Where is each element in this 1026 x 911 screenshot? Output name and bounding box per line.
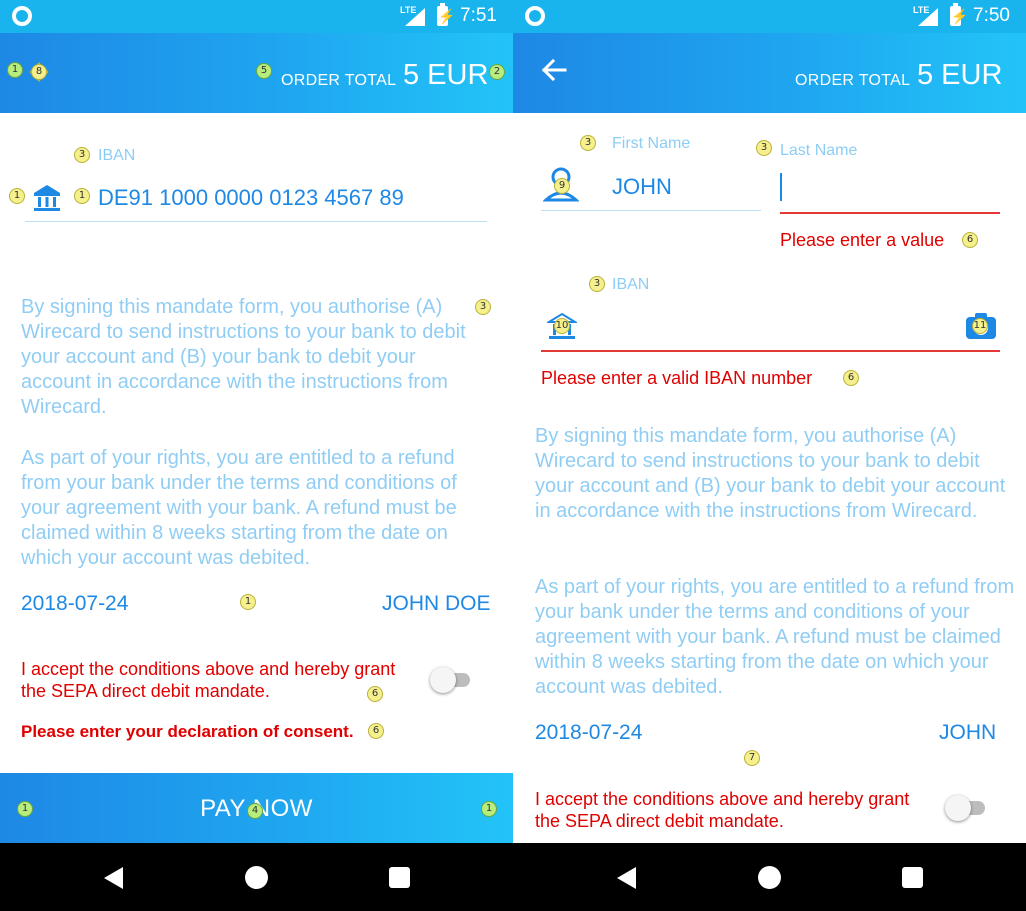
iban-input[interactable]: [585, 310, 955, 346]
consent-text: I accept the conditions above and hereby…: [21, 659, 396, 701]
consent-text: I accept the conditions above and hereby…: [535, 789, 910, 831]
annotation-badge: 3: [74, 147, 90, 163]
mandate-paragraph-1: By signing this mandate form, you author…: [535, 425, 1006, 522]
app-bar: ORDER TOTAL 5 EUR: [513, 33, 1026, 113]
iban-underline: [25, 221, 487, 222]
annotation-badge: 9: [554, 178, 570, 194]
clock: 7:51: [460, 5, 497, 26]
iban-label: IBAN: [612, 276, 650, 293]
annotation-badge: 3: [475, 299, 491, 315]
iban-input[interactable]: DE91 1000 0000 0123 4567 89: [98, 185, 404, 211]
annotation-badge: 3: [756, 140, 772, 156]
toggle-thumb: [430, 667, 456, 693]
annotation-badge: 6: [367, 686, 383, 702]
order-total-label: ORDER TOTAL: [281, 72, 397, 89]
nav-home-icon[interactable]: [245, 866, 268, 889]
nav-recents-icon[interactable]: [389, 867, 410, 888]
last-name-error: Please enter a value: [780, 230, 945, 250]
toggle-thumb: [945, 795, 971, 821]
navigation-bar: [0, 843, 513, 911]
clock: 7:50: [973, 5, 1010, 26]
status-bar: LTE ⚡ 7:50: [513, 0, 1026, 33]
annotation-badge: 6: [962, 232, 978, 248]
mandate-paragraph-2: As part of your rights, you are entitled…: [21, 447, 457, 569]
signer-name: JOHN DOE: [382, 592, 491, 615]
nav-back-icon[interactable]: [104, 867, 123, 889]
order-total-value: 5 EUR: [917, 59, 1003, 91]
annotation-badge: 6: [368, 723, 384, 739]
pay-now-button[interactable]: 1 PAY NOW 4 1: [0, 773, 513, 843]
notification-icon: [12, 6, 32, 26]
annotation-badge: 1: [17, 801, 33, 817]
order-total-label: ORDER TOTAL: [795, 72, 911, 89]
battery-icon: ⚡: [437, 3, 456, 26]
signal-icon: [405, 8, 425, 26]
status-bar: LTE ⚡ 7:51: [0, 0, 513, 33]
back-arrow-icon[interactable]: [539, 55, 569, 85]
mandate-date: 2018-07-24: [535, 721, 643, 744]
annotation-badge: 5: [256, 63, 272, 79]
annotation-badge: 3: [580, 135, 596, 151]
last-name-underline: [780, 212, 1000, 214]
annotation-badge: 8: [31, 64, 47, 80]
consent-toggle[interactable]: [945, 792, 989, 824]
first-name-input[interactable]: JOHN: [612, 174, 672, 200]
order-total-value: 5 EUR: [403, 59, 489, 91]
back-button[interactable]: 8: [27, 60, 51, 84]
iban-label: IBAN: [98, 147, 136, 164]
navigation-bar: [513, 843, 1026, 911]
notification-icon: [525, 6, 545, 26]
annotation-badge: 10: [554, 318, 570, 334]
nav-recents-icon[interactable]: [902, 867, 923, 888]
annotation-badge: 7: [744, 750, 760, 766]
annotation-badge: 11: [972, 318, 988, 334]
annotation-badge: 1: [74, 188, 90, 204]
iban-underline: [541, 350, 1000, 352]
annotation-badge: 1: [7, 62, 23, 78]
annotation-badge: 3: [589, 276, 605, 292]
last-name-input[interactable]: [780, 170, 1000, 210]
screen-right: LTE ⚡ 7:50 ORDER TOTAL 5 EUR 3 First Nam…: [513, 0, 1026, 911]
mandate-date: 2018-07-24: [21, 592, 129, 615]
bank-icon: [34, 185, 60, 211]
mandate-paragraph-2: As part of your rights, you are entitled…: [535, 576, 1015, 698]
first-name-label: First Name: [612, 135, 691, 152]
mandate-paragraph-1: By signing this mandate form, you author…: [21, 296, 466, 418]
signer-name: JOHN: [939, 721, 997, 744]
annotation-badge: 6: [843, 370, 859, 386]
screen-left: LTE ⚡ 7:51 1 8 5 ORDER TOTAL 5 EUR 2 3 I…: [0, 0, 513, 911]
text-cursor: [780, 173, 782, 201]
signal-icon: [918, 8, 938, 26]
consent-error: Please enter your declaration of consent…: [21, 722, 354, 741]
last-name-label: Last Name: [780, 142, 858, 159]
nav-home-icon[interactable]: [758, 866, 781, 889]
annotation-badge: 4: [247, 803, 263, 819]
nav-back-icon[interactable]: [617, 867, 636, 889]
battery-icon: ⚡: [950, 3, 969, 26]
consent-toggle[interactable]: [430, 664, 474, 696]
first-name-underline: [541, 210, 761, 211]
annotation-badge: 1: [9, 188, 25, 204]
annotation-badge: 1: [240, 594, 256, 610]
iban-error: Please enter a valid IBAN number: [541, 368, 813, 388]
app-bar: 1 8 5 ORDER TOTAL 5 EUR 2: [0, 33, 513, 113]
annotation-badge: 2: [489, 64, 505, 80]
annotation-badge: 1: [481, 801, 497, 817]
